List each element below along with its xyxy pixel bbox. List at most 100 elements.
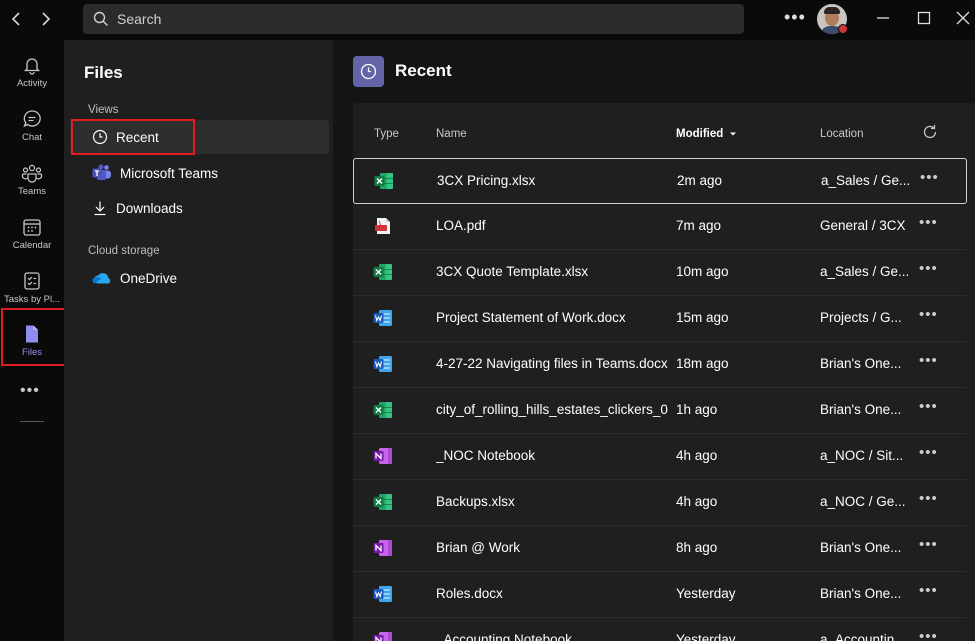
file-modified: 10m ago: [676, 264, 729, 279]
maximize-icon[interactable]: [914, 8, 934, 28]
excel-file-icon: [373, 401, 393, 424]
file-name[interactable]: 4-27-22 Navigating files in Teams.docx: [436, 356, 668, 371]
file-row[interactable]: LOA.pdf 7m ago General / 3CX •••: [353, 204, 967, 250]
rail-files-highlight-box: [1, 308, 66, 366]
onenote-file-icon: [373, 447, 393, 470]
main-content: Recent Type Name Modified Location 3CX P…: [333, 40, 975, 641]
files-panel: Files Views Recent Microsoft Teams Downl…: [64, 40, 333, 641]
file-row[interactable]: Project Statement of Work.docx 15m ago Pro…: [353, 296, 967, 342]
file-modified: 2m ago: [677, 173, 723, 188]
file-name[interactable]: Roles.docx: [436, 586, 668, 601]
rail-item-teams[interactable]: Teams: [0, 158, 64, 210]
app-rail: Activity Chat Teams Calendar Tasks by Pl…: [0, 40, 66, 641]
sort-down-icon: [730, 132, 737, 136]
file-location: General / 3CX: [820, 218, 906, 233]
file-location: Projects / G...: [820, 310, 902, 325]
column-header-modified[interactable]: Modified: [676, 128, 737, 140]
file-name[interactable]: Brian @ Work: [436, 540, 668, 555]
calendar-icon: [23, 219, 41, 236]
onedrive-icon: [92, 273, 111, 284]
back-arrow-icon[interactable]: [6, 8, 28, 30]
file-row[interactable]: Brian @ Work 8h ago Brian's One... •••: [353, 526, 967, 572]
file-name[interactable]: 3CX Quote Template.xlsx: [436, 264, 668, 279]
recent-highlight-box: [71, 119, 195, 155]
nav-item-label: OneDrive: [120, 270, 178, 286]
download-icon: [94, 201, 106, 216]
row-more-options-icon[interactable]: •••: [919, 398, 938, 415]
more-apps-icon[interactable]: •••: [20, 382, 40, 400]
file-row[interactable]: city_of_rolling_hills_estates_clickers_0…: [353, 388, 967, 434]
rail-item-label: Calendar: [12, 240, 52, 251]
file-name[interactable]: Backups.xlsx: [436, 494, 668, 509]
file-row[interactable]: _NOC Notebook 4h ago a_NOC / Sit... •••: [353, 434, 967, 480]
file-row[interactable]: Backups.xlsx 4h ago a_NOC / Ge... •••: [353, 480, 967, 526]
search-input[interactable]: [117, 11, 717, 27]
file-name[interactable]: Project Statement of Work.docx: [436, 310, 668, 325]
file-modified: 4h ago: [676, 494, 718, 509]
file-location: Brian's One...: [820, 540, 902, 555]
tasks-icon: [24, 272, 40, 290]
excel-file-icon: [373, 263, 393, 286]
column-header-type[interactable]: Type: [374, 128, 399, 140]
file-location: a_NOC / Ge...: [820, 494, 906, 509]
row-more-options-icon[interactable]: •••: [919, 444, 938, 461]
rail-item-label: Teams: [18, 186, 46, 197]
rail-item-chat[interactable]: Chat: [0, 104, 64, 156]
more-options-icon[interactable]: •••: [784, 7, 806, 28]
file-name[interactable]: city_of_rolling_hills_estates_clickers_0…: [436, 402, 668, 417]
column-header-name[interactable]: Name: [436, 128, 467, 140]
file-row[interactable]: 3CX Pricing.xlsx 2m ago a_Sales / Ge... •••: [353, 158, 967, 204]
row-more-options-icon[interactable]: •••: [919, 306, 938, 323]
refresh-icon[interactable]: [921, 123, 939, 146]
file-location: Brian's One...: [820, 586, 902, 601]
excel-file-icon: [374, 172, 394, 195]
presence-status-icon: [838, 24, 848, 34]
teams-icon: [21, 164, 43, 183]
file-modified: Yesterday: [676, 586, 736, 601]
file-name[interactable]: _NOC Notebook: [436, 448, 668, 463]
file-modified: 7m ago: [676, 218, 722, 233]
row-more-options-icon[interactable]: •••: [919, 260, 938, 277]
column-header-modified-label: Modified: [676, 128, 724, 140]
rail-divider: [20, 421, 44, 422]
row-more-options-icon[interactable]: •••: [919, 352, 938, 369]
rail-item-activity[interactable]: Activity: [0, 50, 64, 102]
rail-item-label: Activity: [16, 78, 48, 89]
nav-item-onedrive[interactable]: OneDrive: [70, 261, 329, 295]
row-more-options-icon[interactable]: •••: [919, 628, 938, 641]
page-title: Recent: [395, 61, 452, 80]
forward-arrow-icon[interactable]: [34, 8, 56, 30]
rail-item-label: Tasks by Pl...: [4, 294, 60, 305]
nav-item-label: Microsoft Teams: [120, 165, 219, 181]
files-panel-title: Files: [84, 63, 123, 82]
row-more-options-icon[interactable]: •••: [919, 582, 938, 599]
recent-page-icon: [353, 56, 384, 87]
file-row[interactable]: 4-27-22 Navigating files in Teams.docx 18…: [353, 342, 967, 388]
file-location: a_Sales / Ge...: [820, 264, 910, 279]
column-header-location[interactable]: Location: [820, 128, 863, 140]
file-name[interactable]: LOA.pdf: [436, 218, 668, 233]
views-section-label: Views: [88, 104, 119, 116]
file-modified: Yesterday: [676, 632, 736, 641]
nav-item-microsoft-teams[interactable]: Microsoft Teams: [70, 156, 329, 190]
file-name[interactable]: 3CX Pricing.xlsx: [437, 173, 669, 188]
search-box[interactable]: [83, 4, 744, 34]
nav-item-label: Downloads: [116, 200, 183, 216]
nav-item-downloads[interactable]: Downloads: [70, 191, 329, 225]
row-more-options-icon[interactable]: •••: [920, 169, 939, 186]
file-location: Brian's One...: [820, 356, 902, 371]
close-icon[interactable]: [953, 8, 973, 28]
file-location: a_NOC / Sit...: [820, 448, 904, 463]
row-more-options-icon[interactable]: •••: [919, 490, 938, 507]
row-more-options-icon[interactable]: •••: [919, 214, 938, 231]
minimize-icon[interactable]: [873, 8, 893, 28]
file-modified: 8h ago: [676, 540, 718, 555]
file-row[interactable]: Roles.docx Yesterday Brian's One... •••: [353, 572, 967, 618]
file-row[interactable]: _Accounting Notebook Yesterday a_Accountin…: [353, 618, 967, 641]
file-location: a_Accountin...: [820, 632, 906, 641]
rail-item-calendar[interactable]: Calendar: [0, 212, 64, 264]
file-name[interactable]: _Accounting Notebook: [436, 632, 668, 641]
chat-icon: [23, 110, 41, 128]
file-row[interactable]: 3CX Quote Template.xlsx 10m ago a_Sales / …: [353, 250, 967, 296]
row-more-options-icon[interactable]: •••: [919, 536, 938, 553]
